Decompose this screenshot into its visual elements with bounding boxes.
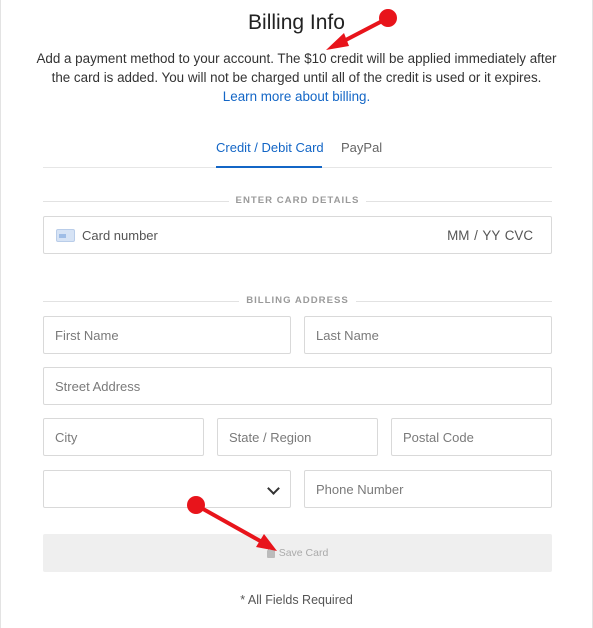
divider [356, 301, 552, 302]
last-name-field[interactable]: Last Name [304, 316, 552, 354]
credit-card-icon [56, 228, 75, 242]
payment-tabs: Credit / Debit Card PayPal [43, 128, 552, 168]
description-text: Add a payment method to your account. Th… [36, 51, 557, 85]
required-fields-note: * All Fields Required [240, 593, 353, 607]
street-address-placeholder: Street Address [55, 378, 141, 394]
tab-paypal[interactable]: PayPal [341, 140, 382, 155]
phone-number-placeholder: Phone Number [316, 481, 404, 497]
card-details-heading: ENTER CARD DETAILS [43, 195, 552, 207]
card-number-placeholder: Card number [82, 227, 158, 243]
phone-number-field[interactable]: Phone Number [304, 470, 552, 508]
city-field[interactable]: City [43, 418, 204, 456]
learn-more-link[interactable]: Learn more about billing. [30, 87, 563, 106]
chevron-down-icon [267, 482, 280, 495]
page-title: Billing Info [248, 11, 345, 34]
expiry-cvc-input[interactable]: MM / YY CVC [447, 228, 533, 243]
street-address-field[interactable]: Street Address [43, 367, 552, 405]
divider [366, 201, 552, 202]
state-region-field[interactable]: State / Region [217, 418, 378, 456]
billing-description: Add a payment method to your account. Th… [30, 49, 563, 106]
state-region-placeholder: State / Region [229, 429, 312, 445]
city-placeholder: City [55, 429, 78, 445]
card-number-input[interactable]: Card number MM / YY CVC [43, 216, 552, 254]
first-name-field[interactable]: First Name [43, 316, 291, 354]
last-name-placeholder: Last Name [316, 327, 379, 343]
lock-icon [266, 545, 275, 558]
tab-credit-debit-card[interactable]: Credit / Debit Card [216, 140, 324, 155]
save-card-button[interactable]: Save Card [43, 534, 552, 572]
first-name-placeholder: First Name [55, 327, 119, 343]
postal-code-placeholder: Postal Code [403, 429, 474, 445]
billing-address-heading: BILLING ADDRESS [43, 295, 552, 307]
active-tab-indicator [216, 166, 322, 168]
save-card-label: Save Card [278, 547, 329, 559]
postal-code-field[interactable]: Postal Code [391, 418, 552, 456]
country-select[interactable] [43, 470, 291, 508]
